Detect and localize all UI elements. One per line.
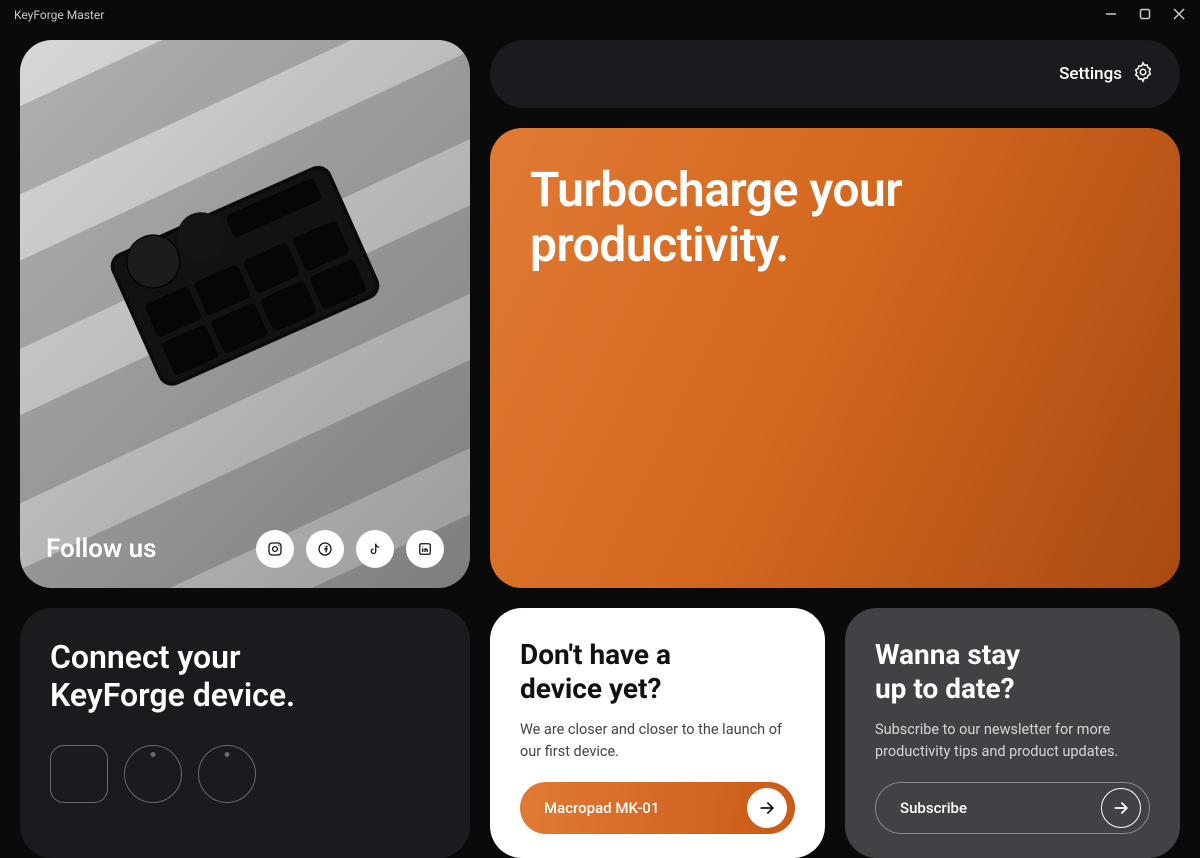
hero-headline: Turbocharge your productivity. <box>530 162 1140 272</box>
device-promo-title: Don't have a device yet? <box>520 638 795 705</box>
connect-card: Connect your KeyForge device. <box>20 608 470 858</box>
macropad-label: Macropad MK-01 <box>544 799 659 817</box>
settings-button[interactable]: Settings <box>490 40 1180 108</box>
titlebar: KeyForge Master <box>0 0 1200 30</box>
hero-card: Turbocharge your productivity. <box>490 128 1180 588</box>
device-slots <box>50 745 440 803</box>
follow-title: Follow us <box>46 534 157 564</box>
linkedin-icon[interactable] <box>406 530 444 568</box>
app-title: KeyForge Master <box>14 8 104 22</box>
tiktok-icon[interactable] <box>356 530 394 568</box>
product-image <box>65 84 425 468</box>
close-button[interactable] <box>1172 7 1186 24</box>
settings-label: Settings <box>1059 64 1122 84</box>
newsletter-title: Wanna stay up to date? <box>875 638 1150 705</box>
newsletter-body: Subscribe to our newsletter for more pro… <box>875 719 1150 763</box>
arrow-right-icon <box>747 788 787 828</box>
macropad-button[interactable]: Macropad MK-01 <box>520 782 795 834</box>
subscribe-label: Subscribe <box>900 799 967 817</box>
arrow-right-icon <box>1101 788 1141 828</box>
follow-card: Follow us <box>20 40 470 588</box>
device-promo-card: Don't have a device yet? We are closer a… <box>490 608 825 858</box>
device-promo-body: We are closer and closer to the launch o… <box>520 719 795 763</box>
device-slot-dial-2[interactable] <box>198 745 256 803</box>
minimize-button[interactable] <box>1104 7 1118 24</box>
gear-icon <box>1132 61 1154 88</box>
maximize-button[interactable] <box>1138 7 1152 24</box>
connect-title: Connect your KeyForge device. <box>50 638 440 715</box>
newsletter-card: Wanna stay up to date? Subscribe to our … <box>845 608 1180 858</box>
device-slot-keypad[interactable] <box>50 745 108 803</box>
window-controls <box>1104 7 1186 24</box>
instagram-icon[interactable] <box>256 530 294 568</box>
subscribe-button[interactable]: Subscribe <box>875 782 1150 834</box>
device-slot-dial-1[interactable] <box>124 745 182 803</box>
facebook-icon[interactable] <box>306 530 344 568</box>
